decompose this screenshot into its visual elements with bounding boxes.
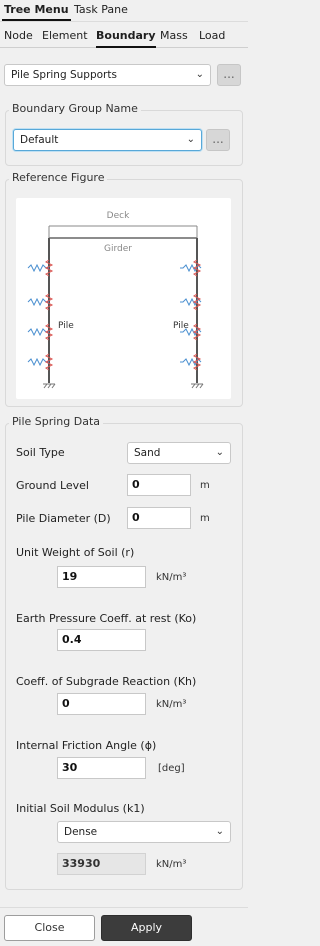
pile-spring-data-section	[5, 423, 243, 890]
pile-spring-diagram: Deck Girder Pile Pile	[27, 211, 204, 389]
reference-figure-title: Reference Figure	[9, 171, 108, 184]
boundary-type-select[interactable]: Pile Spring Supports ⌄	[4, 64, 211, 86]
ground-level-label: Ground Level	[16, 479, 89, 492]
pile-diameter-unit: m	[200, 513, 210, 524]
tab-task-pane[interactable]: Task Pane	[74, 3, 128, 16]
soil-modulus-value: 33930	[57, 853, 146, 875]
earth-pressure-input[interactable]: 0.4	[57, 629, 146, 651]
chevron-down-icon: ⌄	[186, 134, 195, 145]
soil-modulus-label: Initial Soil Modulus (k1)	[16, 802, 145, 815]
boundary-group-value: Default	[20, 134, 59, 146]
boundary-type-more-button[interactable]: ...	[217, 64, 241, 86]
ground-level-unit: m	[200, 480, 210, 491]
subgrade-label: Coeff. of Subgrade Reaction (Kh)	[16, 675, 197, 688]
soil-type-label: Soil Type	[16, 446, 65, 459]
pile-spring-data-title: Pile Spring Data	[9, 415, 104, 428]
unit-weight-label: Unit Weight of Soil (r)	[16, 546, 135, 559]
friction-angle-input[interactable]: 30	[57, 757, 146, 779]
boundary-type-value: Pile Spring Supports	[11, 69, 117, 81]
girder-label: Girder	[104, 244, 132, 254]
footer-divider	[0, 907, 248, 908]
friction-angle-label: Internal Friction Angle (ϕ)	[16, 739, 157, 752]
tab-mass[interactable]: Mass	[160, 29, 188, 42]
soil-modulus-option: Dense	[64, 826, 98, 838]
subgrade-unit: kN/m³	[156, 699, 187, 710]
unit-weight-input[interactable]: 19	[57, 566, 146, 588]
tab-node[interactable]: Node	[4, 29, 33, 42]
tab-boundary[interactable]: Boundary	[96, 29, 156, 48]
chevron-down-icon: ⌄	[215, 826, 224, 837]
pile-left-label: Pile	[58, 321, 74, 331]
tab-tree-menu[interactable]: Tree Menu	[2, 3, 71, 21]
chevron-down-icon: ⌄	[215, 447, 224, 458]
boundary-group-select[interactable]: Default ⌄	[13, 129, 202, 151]
soil-modulus-select[interactable]: Dense ⌄	[57, 821, 231, 843]
soil-modulus-unit: kN/m³	[156, 859, 187, 870]
tab-load[interactable]: Load	[199, 29, 225, 42]
deck-label: Deck	[107, 211, 130, 221]
top-tab-bar: Tree Menu Task Pane	[0, 0, 248, 22]
earth-pressure-label: Earth Pressure Coeff. at rest (Ko)	[16, 612, 197, 625]
pile-diameter-label: Pile Diameter (D)	[16, 512, 111, 525]
friction-angle-unit: [deg]	[158, 763, 185, 774]
boundary-group-title: Boundary Group Name	[9, 102, 141, 115]
unit-weight-unit: kN/m³	[156, 572, 187, 583]
soil-type-select[interactable]: Sand ⌄	[127, 442, 231, 464]
pile-diameter-input[interactable]: 0	[127, 507, 191, 529]
boundary-group-more-button[interactable]: ...	[206, 129, 230, 151]
tab-element[interactable]: Element	[42, 29, 88, 42]
sub-tab-bar: Node Element Boundary Mass Load	[0, 24, 248, 48]
reference-figure-image: Deck Girder Pile Pile	[16, 198, 231, 399]
chevron-down-icon: ⌄	[195, 69, 204, 80]
ground-level-input[interactable]: 0	[127, 474, 191, 496]
soil-type-value: Sand	[134, 447, 161, 459]
close-button[interactable]: Close	[4, 915, 95, 941]
apply-button[interactable]: Apply	[101, 915, 192, 941]
subgrade-input[interactable]: 0	[57, 693, 146, 715]
